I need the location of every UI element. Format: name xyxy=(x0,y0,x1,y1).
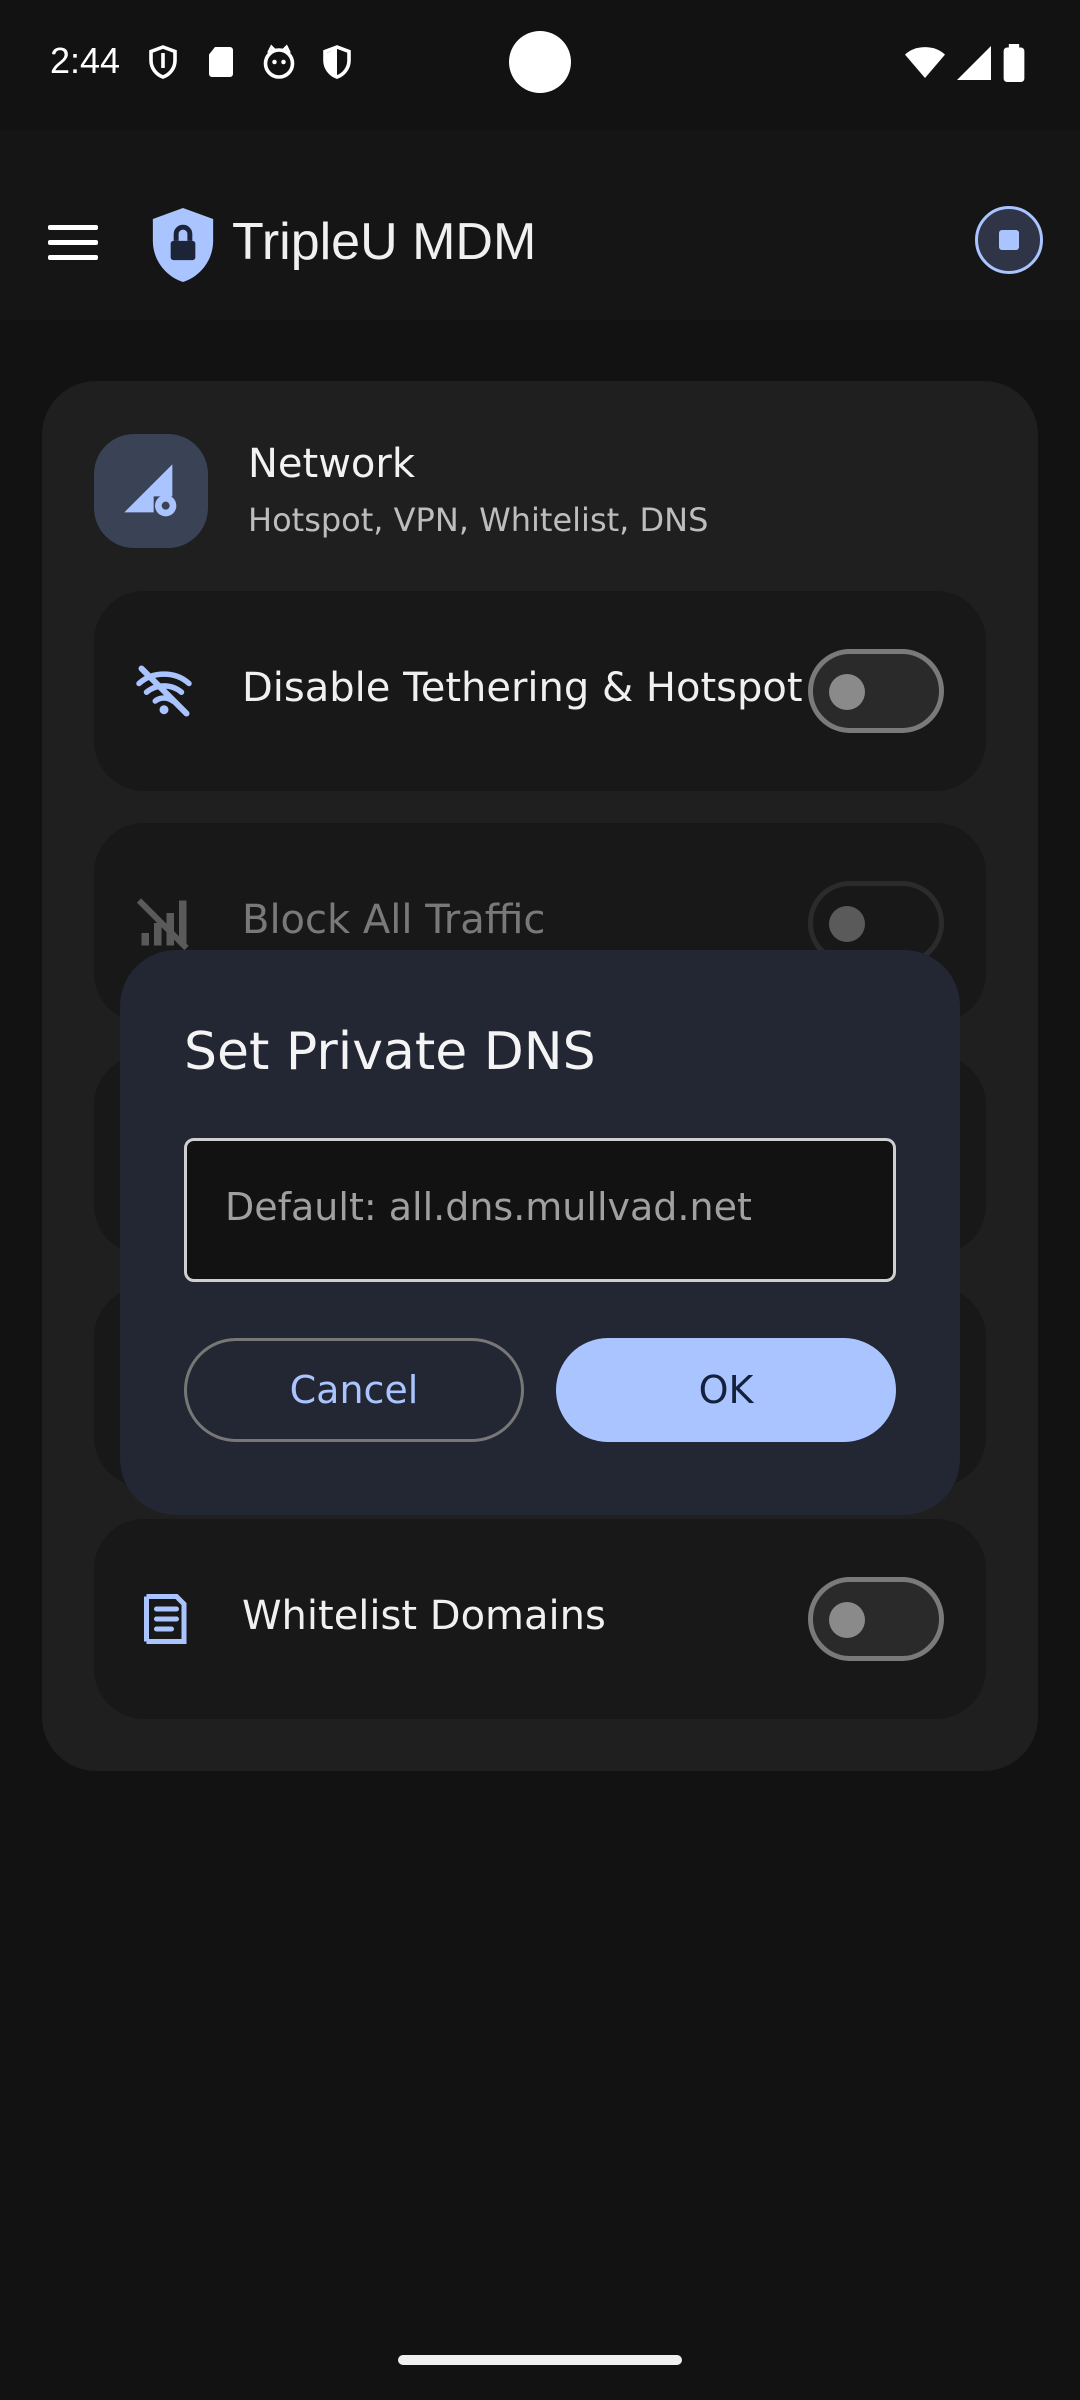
stop-button[interactable] xyxy=(975,206,1043,274)
camera-cutout xyxy=(509,31,571,93)
setting-row-whitelist[interactable]: Whitelist Domains xyxy=(94,1519,986,1719)
setting-row-tethering[interactable]: Disable Tethering & Hotspot xyxy=(94,591,986,791)
whitelist-toggle[interactable] xyxy=(808,1577,944,1661)
battery-icon xyxy=(1003,44,1025,82)
setting-label: Whitelist Domains xyxy=(242,1593,606,1639)
shield-lock-icon xyxy=(152,208,214,282)
cancel-button[interactable]: Cancel xyxy=(184,1338,524,1442)
status-time: 2:44 xyxy=(50,40,121,81)
private-dns-dialog: Set Private DNS Default: all.dns.mullvad… xyxy=(120,950,960,1515)
card-title: Network xyxy=(248,441,416,487)
dns-input-placeholder: Default: all.dns.mullvad.net xyxy=(225,1185,752,1229)
shield-outline-icon xyxy=(149,45,177,79)
cell-signal-icon xyxy=(957,46,991,80)
card-subtitle: Hotspot, VPN, Whitelist, DNS xyxy=(248,501,709,539)
menu-icon[interactable] xyxy=(48,225,98,275)
shield-half-icon xyxy=(323,45,351,79)
setting-label: Block All Traffic xyxy=(242,897,546,943)
home-indicator[interactable] xyxy=(398,2355,682,2365)
setting-label: Disable Tethering & Hotspot xyxy=(242,665,803,711)
list-icon xyxy=(144,1594,187,1644)
app-bar: TripleU MDM xyxy=(0,130,1080,320)
app-title: TripleU MDM xyxy=(232,213,537,271)
status-bar: 2:44 xyxy=(0,0,1080,130)
signal-off-icon xyxy=(136,898,189,951)
cat-face-icon xyxy=(263,44,295,79)
dns-input[interactable]: Default: all.dns.mullvad.net xyxy=(184,1138,896,1282)
wifi-icon xyxy=(905,47,945,78)
dialog-title: Set Private DNS xyxy=(184,1022,596,1082)
stop-icon xyxy=(999,230,1019,250)
ok-button[interactable]: OK xyxy=(556,1338,896,1442)
tethering-toggle[interactable] xyxy=(808,649,944,733)
wifi-off-icon xyxy=(136,665,192,717)
sd-card-icon xyxy=(209,47,233,77)
network-settings-icon xyxy=(94,434,208,548)
